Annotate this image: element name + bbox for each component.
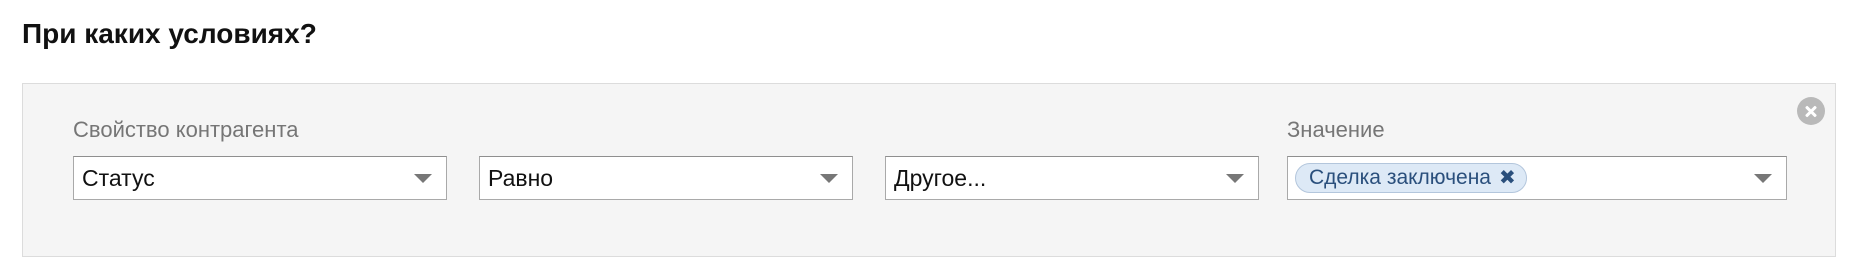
- dropdown-arrow-icon: [820, 174, 838, 183]
- section-title: При каких условиях?: [22, 18, 317, 49]
- dropdown-arrow-icon: [1226, 174, 1244, 183]
- value-tag-label: Сделка заключена: [1309, 166, 1491, 189]
- operator-select-value: Равно: [488, 165, 554, 191]
- value-tag: Сделка заключена ✖: [1295, 163, 1527, 193]
- property-label: Свойство контрагента: [73, 117, 299, 142]
- close-circle-icon[interactable]: [1797, 97, 1825, 125]
- tag-remove-icon[interactable]: ✖: [1499, 164, 1516, 192]
- condition-panel: Свойство контрагента Значение Статус Рав…: [22, 83, 1836, 257]
- type-select[interactable]: Другое...: [885, 156, 1259, 200]
- operator-select[interactable]: Равно: [479, 156, 853, 200]
- dropdown-arrow-icon: [414, 174, 432, 183]
- value-label: Значение: [1287, 117, 1385, 142]
- type-select-value: Другое...: [894, 165, 987, 191]
- property-select-value: Статус: [82, 165, 155, 191]
- dropdown-arrow-icon: [1754, 174, 1772, 183]
- value-multiselect[interactable]: Сделка заключена ✖: [1287, 156, 1787, 200]
- property-select[interactable]: Статус: [73, 156, 447, 200]
